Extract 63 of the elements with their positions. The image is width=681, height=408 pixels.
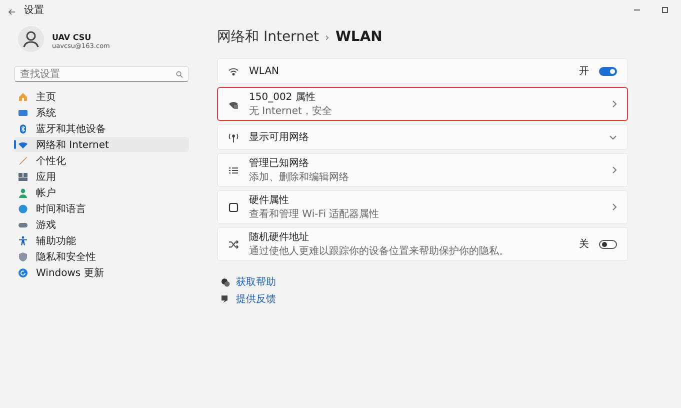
search-icon (176, 71, 183, 78)
user-name: UAV CSU (52, 32, 92, 42)
settings-card[interactable]: 硬件属性 查看和管理 Wi-Fi 适配器属性 (217, 190, 628, 224)
chevron-down-icon (609, 134, 617, 140)
sidebar-item[interactable]: 个性化 (14, 153, 189, 168)
chevron-right-icon (612, 100, 617, 108)
card-title: 随机硬件地址 (249, 230, 310, 244)
sidebar-item[interactable]: 网络和 Internet (14, 137, 189, 152)
chevron-right-icon (612, 203, 617, 211)
card-title: 管理已知网络 (249, 157, 310, 170)
sidebar-item[interactable]: 时间和语言 (14, 201, 189, 216)
globe-icon (18, 204, 28, 214)
update-icon (18, 268, 28, 278)
shuffle-icon (228, 238, 239, 250)
card-title: 硬件属性 (249, 194, 290, 207)
toggle-switch[interactable] (599, 240, 617, 248)
card-title: 显示可用网络 (249, 131, 310, 144)
window-title: 设置 (24, 4, 44, 17)
card-description: 添加、删除和编辑网络 (249, 170, 350, 184)
help-link[interactable]: 获取帮助 (236, 275, 276, 289)
sidebar-item[interactable]: 蓝牙和其他设备 (14, 121, 189, 136)
card-description: 查看和管理 Wi-Fi 适配器属性 (249, 208, 380, 221)
antenna-icon (228, 132, 239, 142)
sidebar-item[interactable]: Windows 更新 (14, 265, 189, 280)
sidebar-item[interactable]: 系统 (14, 105, 189, 120)
bluetooth-icon (18, 124, 28, 134)
help-link[interactable]: 提供反馈 (236, 292, 276, 306)
card-description: 通过使他人更难以跟踪你的设备位置来帮助保护你的隐私。 (249, 244, 510, 258)
apps-icon (18, 172, 28, 182)
card-description: 无 Internet，安全 (249, 104, 333, 118)
chevron-right-icon (612, 166, 617, 174)
home-icon (18, 92, 28, 102)
toggle-state-label: 关 (579, 238, 589, 251)
sidebar-item[interactable]: 隐私和安全性 (14, 249, 189, 264)
wifi-icon (18, 140, 28, 150)
wifi-icon (228, 66, 239, 76)
sidebar-item[interactable]: 辅助功能 (14, 233, 189, 248)
system-icon (18, 108, 28, 118)
card-title: WLAN (249, 66, 280, 76)
brush-icon (18, 156, 28, 166)
list-icon (228, 164, 239, 176)
shield-icon (18, 252, 28, 262)
card-title: 150_002 属性 (249, 90, 316, 104)
breadcrumb-link[interactable]: 网络和 Internet (217, 28, 320, 46)
accessibility-icon (18, 236, 28, 246)
settings-card[interactable]: WLAN 开 (217, 58, 628, 84)
sidebar-item[interactable]: 帐户 (14, 185, 189, 200)
person-icon (18, 188, 28, 198)
search-field[interactable]: 查找设置 (14, 66, 189, 82)
settings-card[interactable]: 管理已知网络 添加、删除和编辑网络 (217, 153, 628, 187)
settings-card[interactable]: 150_002 属性 无 Internet，安全 (217, 87, 628, 121)
settings-card[interactable]: 显示可用网络 (217, 124, 628, 150)
page-title: WLAN (335, 29, 382, 45)
toggle-state-label: 开 (579, 65, 589, 78)
sidebar-item[interactable]: 主页 (14, 89, 189, 104)
sidebar-item[interactable]: 游戏 (14, 217, 189, 232)
feedback-icon (221, 294, 230, 304)
toggle-switch[interactable] (599, 66, 617, 76)
breadcrumb-separator: › (325, 31, 330, 44)
settings-card[interactable]: 随机硬件地址 通过使他人更难以跟踪你的设备位置来帮助保护你的隐私。 关 (217, 227, 628, 261)
help-icon (221, 278, 230, 286)
sidebar-item[interactable]: 应用 (14, 169, 189, 184)
chip-icon (228, 202, 239, 212)
